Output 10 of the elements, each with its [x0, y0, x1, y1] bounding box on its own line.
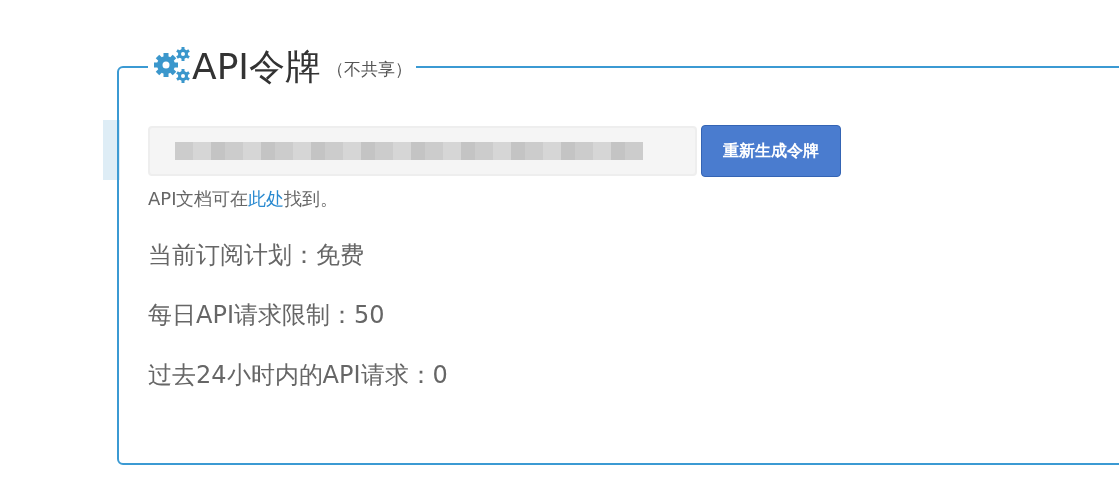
regenerate-token-button[interactable]: 重新生成令牌 [701, 125, 841, 177]
panel-title-note: （不共享） [326, 58, 412, 81]
info-line: 当前订阅计划：免费 [148, 240, 365, 271]
docs-note: API文档可在此处找到。 [148, 187, 340, 211]
panel-title: API令牌 [192, 45, 321, 89]
docs-link[interactable]: 此处 [248, 188, 285, 209]
gears-icon [152, 45, 192, 85]
info-line: 每日API请求限制：50 [148, 300, 386, 331]
token-field[interactable] [148, 126, 697, 176]
info-line: 过去24小时内的API请求：0 [148, 360, 449, 391]
